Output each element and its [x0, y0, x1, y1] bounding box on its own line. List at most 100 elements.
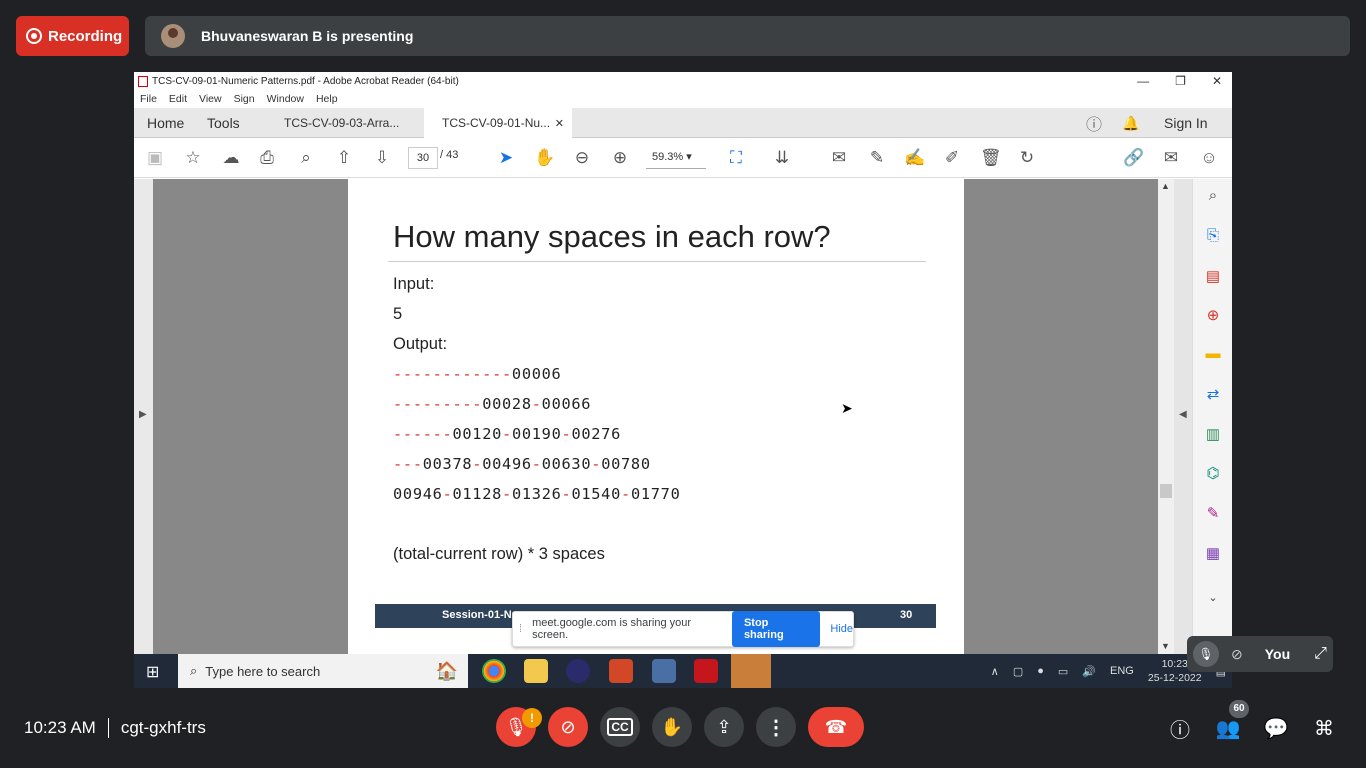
prev-page-icon[interactable]: ⇧	[334, 148, 354, 168]
formula-text: (total-current row) * 3 spaces	[393, 545, 605, 563]
zoom-in-icon[interactable]: ⊕	[610, 148, 630, 168]
input-value: 5	[393, 305, 403, 323]
save-icon[interactable]: ▣	[145, 148, 165, 168]
language-indicator[interactable]: ENG	[1110, 665, 1134, 677]
presenter-avatar	[161, 24, 185, 48]
meeting-info-button[interactable]: ⓘ	[1166, 714, 1194, 742]
upload-icon[interactable]: ☁	[221, 148, 241, 168]
hand-tool-icon[interactable]: ✋	[534, 148, 555, 168]
raise-hand-button[interactable]: ✋	[652, 707, 692, 747]
activities-button[interactable]: ⌘	[1310, 714, 1338, 742]
comment-icon[interactable]: ✉	[829, 148, 849, 168]
battery-icon[interactable]: ▭	[1058, 665, 1068, 678]
menu-window[interactable]: Window	[267, 93, 304, 105]
pdf-icon	[138, 75, 148, 87]
mic-warning-icon: !	[522, 708, 542, 728]
chat-button[interactable]: 💬	[1262, 714, 1290, 742]
file-explorer-icon[interactable]	[524, 659, 548, 683]
window-titlebar: TCS-CV-09-01-Numeric Patterns.pdf - Adob…	[134, 72, 1232, 90]
dash-segment: ------------	[393, 365, 512, 383]
sidebar-expand-chevron-icon[interactable]: ⌄	[1203, 591, 1223, 611]
delete-icon[interactable]: 🗑	[980, 148, 1002, 168]
hide-button[interactable]: Hide	[830, 623, 853, 635]
notifications-icon[interactable]: 🔔	[1122, 108, 1139, 138]
windows-start-icon[interactable]: ⊞	[146, 662, 159, 682]
page-number-input[interactable]: 30	[408, 147, 438, 169]
scroll-up-icon[interactable]: ▲	[1161, 181, 1170, 191]
eclipse-icon[interactable]	[566, 659, 590, 683]
self-view-tile[interactable]: 🎙 ⊘ You ⤢	[1187, 636, 1333, 672]
tab-home[interactable]: Home	[147, 108, 184, 138]
present-now-button[interactable]: ⇪	[704, 707, 744, 747]
help-icon[interactable]: ⓘ	[1086, 108, 1102, 138]
tab-tools[interactable]: Tools	[207, 108, 240, 138]
compress-icon[interactable]: ▥	[1203, 425, 1223, 445]
scroll-down-icon[interactable]: ▼	[1161, 641, 1170, 651]
draw-icon[interactable]: ✍	[904, 148, 925, 168]
collapse-right-icon[interactable]: ◀	[1179, 409, 1187, 420]
scrollbar-thumb[interactable]	[1160, 484, 1172, 498]
print-icon[interactable]: ⎙	[257, 148, 277, 168]
export-pdf-icon[interactable]: ⎘	[1203, 227, 1223, 247]
create-pdf-icon[interactable]: ⊕	[1203, 306, 1223, 326]
menu-file[interactable]: File	[140, 93, 157, 105]
chrome-icon[interactable]	[482, 659, 506, 683]
powerpoint-icon[interactable]	[609, 659, 633, 683]
search-tools-icon[interactable]: ⌕	[1203, 187, 1223, 207]
leave-call-button[interactable]: ☎	[808, 707, 864, 747]
people-button[interactable]: 👥	[1214, 714, 1242, 742]
menu-view[interactable]: View	[199, 93, 222, 105]
camera-off-button[interactable]: ⊘	[548, 707, 588, 747]
organize-pages-icon[interactable]: ▤	[1203, 267, 1223, 287]
number-segment: 00190	[511, 425, 562, 443]
account-icon[interactable]: ☺	[1199, 148, 1219, 168]
menu-edit[interactable]: Edit	[169, 93, 187, 105]
sign-in-link[interactable]: Sign In	[1164, 108, 1208, 138]
tab-doc-arrays[interactable]: TCS-CV-09-03-Arra...	[284, 108, 399, 138]
tab-close-icon[interactable]: ✕	[555, 117, 564, 130]
combine-files-icon[interactable]: ⇄	[1203, 385, 1223, 405]
fill-sign-icon[interactable]: ✐	[942, 148, 962, 168]
close-icon[interactable]: ✕	[1212, 74, 1222, 88]
search-icon[interactable]: ⌕	[296, 148, 316, 168]
more-tools-icon[interactable]: ▦	[1203, 544, 1223, 564]
tab-doc-numeric-patterns[interactable]: TCS-CV-09-01-Nu... ✕	[424, 108, 572, 138]
share-link-icon[interactable]: 🔗	[1123, 148, 1144, 168]
expand-left-icon[interactable]: ▶	[139, 409, 147, 420]
acrobat-icon[interactable]	[694, 659, 718, 683]
notes-app-icon[interactable]	[731, 654, 771, 688]
left-pane-collapsed[interactable]: ▶	[134, 179, 153, 654]
minimize-icon[interactable]: —	[1137, 74, 1149, 88]
expand-icon[interactable]: ⤢	[1314, 645, 1327, 663]
bookmark-star-icon[interactable]: ☆	[183, 148, 203, 168]
select-cursor-icon[interactable]: ➤	[496, 148, 516, 168]
mic-tray-icon[interactable]: ●	[1037, 665, 1044, 677]
rotate-icon[interactable]: ↻	[1017, 148, 1037, 168]
menu-help[interactable]: Help	[316, 93, 338, 105]
scroll-mode-icon[interactable]: ⇊	[772, 148, 792, 168]
recording-indicator[interactable]: Recording	[16, 16, 129, 56]
fit-page-icon[interactable]: ⛶	[726, 148, 746, 168]
zoom-level-select[interactable]: 59.3% ▾	[646, 147, 706, 169]
highlight-icon[interactable]: ✎	[867, 148, 887, 168]
comment-tool-icon[interactable]: ▬	[1203, 345, 1223, 365]
more-options-button[interactable]: ⋮	[756, 707, 796, 747]
number-segment: 01540	[571, 485, 622, 503]
right-pane-toggle[interactable]: ◀	[1174, 179, 1192, 654]
drag-handle-icon[interactable]: ⁞	[519, 623, 522, 635]
meet-now-icon[interactable]: ▢	[1013, 665, 1023, 678]
zoom-out-icon[interactable]: ⊖	[572, 148, 592, 168]
email-icon[interactable]: ✉	[1161, 148, 1181, 168]
stop-sharing-button[interactable]: Stop sharing	[731, 611, 821, 647]
next-page-icon[interactable]: ⇩	[372, 148, 392, 168]
menu-sign[interactable]: Sign	[234, 93, 255, 105]
captions-button[interactable]: CC	[600, 707, 640, 747]
volume-icon[interactable]: 🔊	[1082, 665, 1096, 678]
fill-sign-tool-icon[interactable]: ✎	[1203, 504, 1223, 524]
send-for-review-icon[interactable]: ⌬	[1203, 464, 1223, 484]
tray-chevron-icon[interactable]: ∧	[991, 665, 999, 678]
vertical-scrollbar[interactable]: ▲ ▼	[1158, 179, 1174, 654]
remote-desktop-icon[interactable]	[652, 659, 676, 683]
taskbar-search[interactable]: ⌕ Type here to search 🏠	[178, 654, 468, 688]
restore-icon[interactable]: ❐	[1175, 74, 1186, 88]
